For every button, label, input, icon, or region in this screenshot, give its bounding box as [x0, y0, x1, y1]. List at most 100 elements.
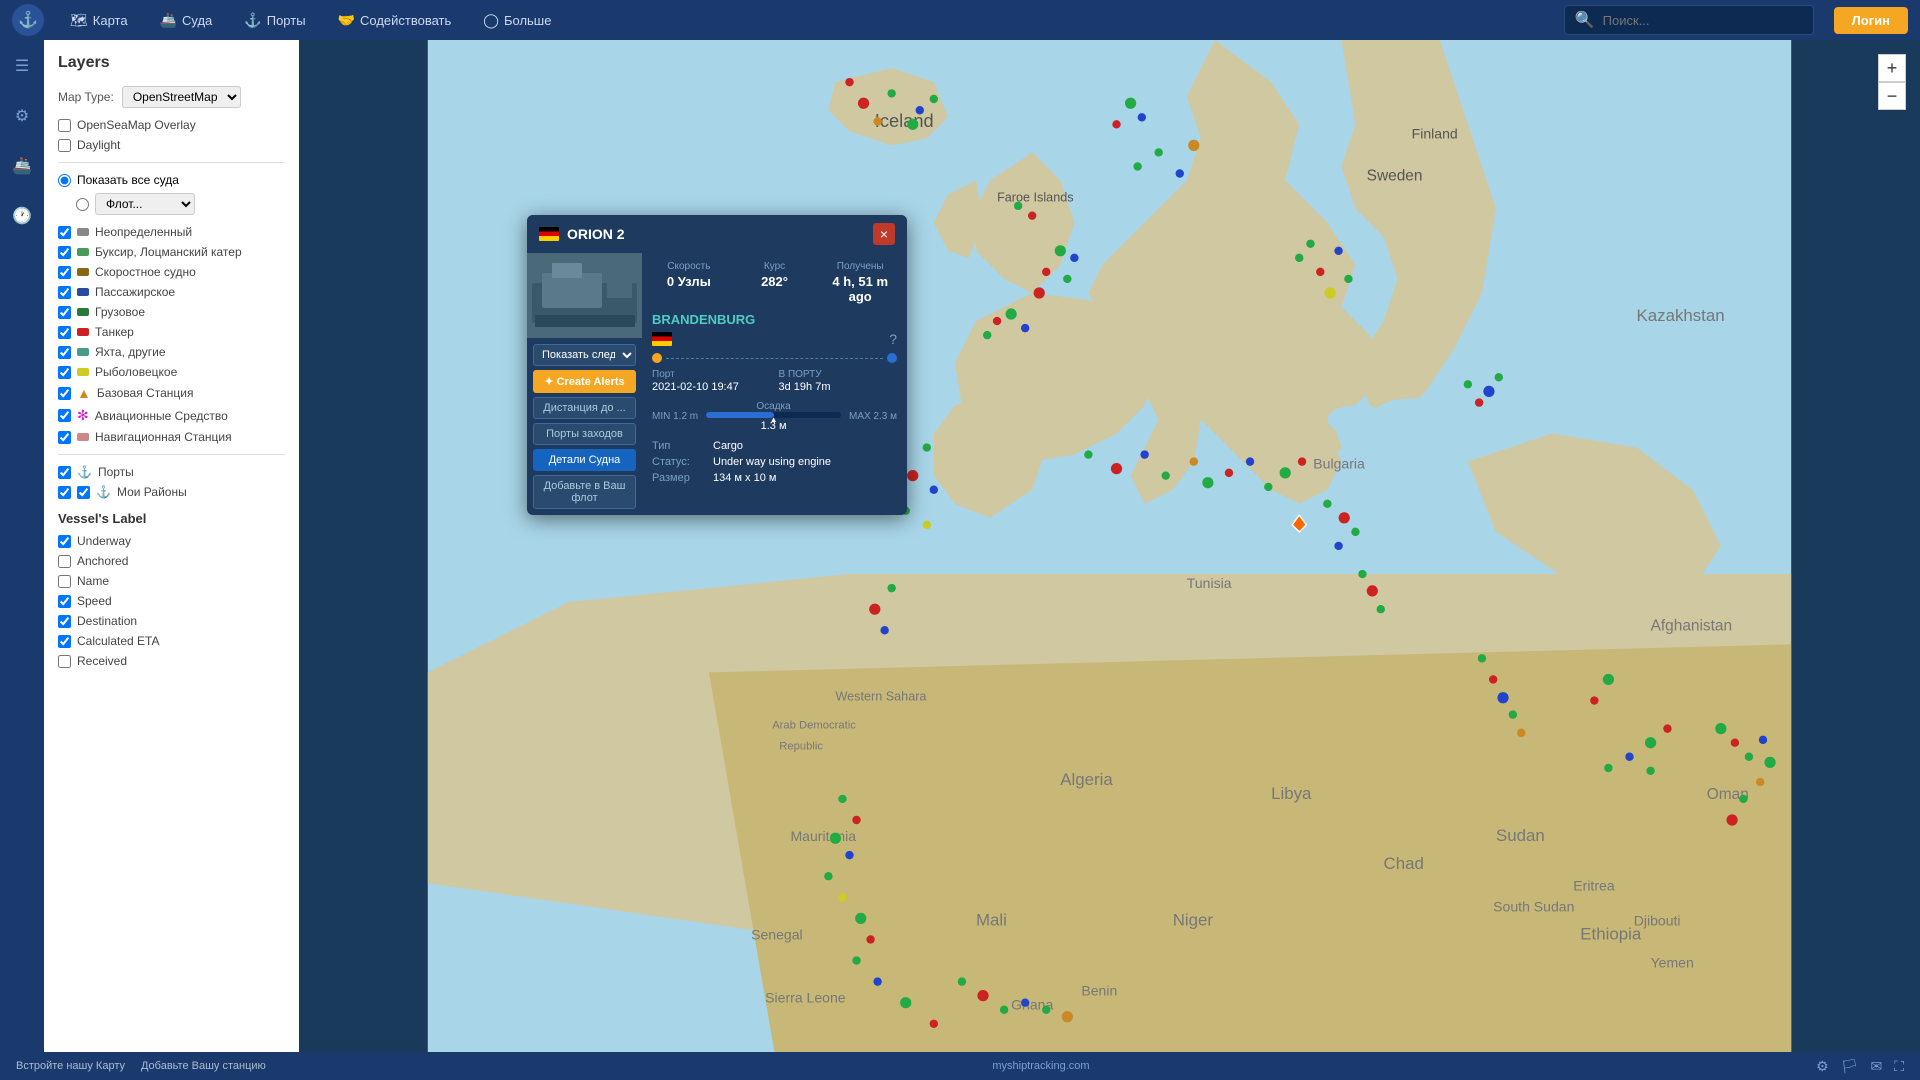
ship-popup: ORION 2 ×	[527, 215, 907, 515]
type-unknown-check[interactable]	[58, 226, 71, 239]
popup-draught-min: MIN 1.2 m	[652, 411, 698, 422]
popup-status-value: Under way using engine	[713, 456, 831, 468]
overlay-daylight-checkbox[interactable]	[58, 139, 71, 152]
type-cargo-label: Грузовое	[95, 305, 145, 319]
svg-text:Niger: Niger	[1173, 910, 1214, 929]
popup-info-status: Статус: Under way using engine	[652, 456, 897, 468]
label-underway-check[interactable]	[58, 535, 71, 548]
show-all-vessels-row: Показать все суда	[58, 173, 285, 187]
popup-dest-flag-row: ?	[652, 331, 897, 347]
type-unknown-color	[77, 228, 89, 236]
type-base-check[interactable]	[58, 387, 71, 400]
svg-text:Western Sahara: Western Sahara	[835, 690, 927, 704]
footer-flag-icon[interactable]: 🏳	[1841, 1058, 1859, 1075]
popup-type-label: Тип	[652, 440, 707, 452]
svg-text:Ethiopia: Ethiopia	[1580, 924, 1642, 943]
popup-info-size: Размер 134 м x 10 м	[652, 472, 897, 484]
type-passenger-check[interactable]	[58, 286, 71, 299]
top-navigation: ⚓ 🗺 Карта 🚢 Суда ⚓ Порты 🤝 Содействовать…	[0, 0, 1920, 40]
nav-more[interactable]: ◯ Больше	[477, 12, 557, 29]
type-navstation-label: Навигационная Станция	[95, 430, 232, 444]
sidebar-ship-icon[interactable]: 🚢	[6, 150, 38, 182]
stat-received: Получены 4 h, 51 m ago	[823, 261, 897, 304]
map-area[interactable]: Iceland Faroe Islands Sweden Finland Alg…	[299, 40, 1920, 1080]
main-layout: ☰ ⚙ 🚢 🕐 Layers Map Type: OpenStreetMap O…	[0, 40, 1920, 1080]
svg-text:Republic: Republic	[779, 741, 823, 753]
page-footer: Вcтройте нашу Карту Добавьте Вашу станци…	[0, 1052, 1920, 1080]
footer-fullscreen-icon[interactable]: ⛶	[1894, 1058, 1904, 1075]
search-input[interactable]	[1603, 13, 1803, 28]
popup-port-depart: Порт 2021-02-10 19:47	[652, 369, 771, 393]
type-fishing-check[interactable]	[58, 366, 71, 379]
footer-settings-icon[interactable]: ⚙	[1816, 1058, 1829, 1075]
popup-port-label: Порт	[652, 369, 771, 380]
type-aviation-label: Авиационные Средство	[95, 409, 228, 423]
login-button[interactable]: Логин	[1834, 7, 1908, 34]
popup-add-fleet-button[interactable]: Добавьте в Ваш флот	[533, 475, 636, 509]
footer-mail-icon[interactable]: ✉	[1870, 1058, 1882, 1075]
popup-draught-fill	[706, 412, 773, 418]
popup-draught-max: MAX 2.3 м	[849, 411, 897, 422]
popup-close-button[interactable]: ×	[873, 223, 895, 245]
label-received-check[interactable]	[58, 655, 71, 668]
label-speed-check[interactable]	[58, 595, 71, 608]
cooperate-icon: 🤝	[338, 12, 355, 29]
popup-header: ORION 2 ×	[527, 215, 907, 253]
popup-size-value: 134 м x 10 м	[713, 472, 776, 484]
popup-track-select[interactable]: Показать след	[533, 344, 636, 366]
stat-received-value: 4 h, 51 m ago	[823, 274, 897, 304]
popup-alert-button[interactable]: ✦ Create Alerts	[533, 370, 636, 393]
extras-myareas-check1[interactable]	[58, 486, 71, 499]
extras-ports-check[interactable]	[58, 466, 71, 479]
type-cargo-check[interactable]	[58, 306, 71, 319]
type-tug-check[interactable]	[58, 246, 71, 259]
overlay-openseamap-checkbox[interactable]	[58, 119, 71, 132]
overlay-openseamap: OpenSeaMap Overlay	[58, 118, 285, 132]
svg-text:Libya: Libya	[1271, 784, 1312, 803]
svg-text:Sweden: Sweden	[1367, 168, 1423, 185]
footer-station-link[interactable]: Добавьте Вашу станцию	[141, 1060, 266, 1072]
nav-map[interactable]: 🗺 Карта	[64, 12, 134, 29]
popup-ports-visited-button[interactable]: Порты заходов	[533, 423, 636, 445]
label-name-check[interactable]	[58, 575, 71, 588]
map-svg: Iceland Faroe Islands Sweden Finland Alg…	[299, 40, 1920, 1080]
zoom-in-button[interactable]: +	[1878, 54, 1906, 82]
popup-ship-name: ORION 2	[567, 226, 865, 242]
type-navstation-check[interactable]	[58, 431, 71, 444]
svg-text:Chad: Chad	[1384, 854, 1424, 873]
popup-info-type: Тип Cargo	[652, 440, 897, 452]
fleet-select[interactable]: Флот...	[95, 193, 195, 215]
nav-cooperate[interactable]: 🤝 Содействовать	[332, 12, 458, 29]
sidebar-history-icon[interactable]: 🕐	[6, 200, 38, 232]
stat-course-label: Курс	[738, 261, 812, 272]
zoom-out-button[interactable]: −	[1878, 82, 1906, 110]
type-tanker-check[interactable]	[58, 326, 71, 339]
svg-text:South Sudan: South Sudan	[1493, 898, 1574, 914]
map-type-select[interactable]: OpenStreetMap	[122, 86, 241, 108]
type-highspeed-check[interactable]	[58, 266, 71, 279]
popup-help-icon[interactable]: ?	[889, 331, 897, 347]
sidebar-layers-icon[interactable]: ☰	[6, 50, 38, 82]
nav-ports[interactable]: ⚓ Порты	[238, 12, 311, 29]
popup-vessel-details-button[interactable]: Детали Судна	[533, 449, 636, 471]
type-passenger-label: Пассажирское	[95, 285, 175, 299]
fleet-radio[interactable]	[76, 198, 89, 211]
type-passenger-color	[77, 288, 89, 296]
sidebar-title: Layers	[58, 54, 285, 72]
label-eta-check[interactable]	[58, 635, 71, 648]
side-icon-bar: ☰ ⚙ 🚢 🕐	[0, 40, 44, 1080]
extras-myareas-check2[interactable]	[77, 486, 90, 499]
sidebar-filter-icon[interactable]: ⚙	[6, 100, 38, 132]
footer-embed-link[interactable]: Вcтройте нашу Карту	[16, 1060, 125, 1072]
popup-body: Показать след ✦ Create Alerts Дистанция …	[527, 253, 907, 515]
show-all-radio[interactable]	[58, 174, 71, 187]
popup-status-label: Статус:	[652, 456, 707, 468]
extras-ports: ⚓ Порты	[58, 465, 285, 479]
label-anchored-check[interactable]	[58, 555, 71, 568]
label-destination-check[interactable]	[58, 615, 71, 628]
popup-distance-button[interactable]: Дистанция до ...	[533, 397, 636, 419]
type-yacht-check[interactable]	[58, 346, 71, 359]
type-aviation-check[interactable]	[58, 409, 71, 422]
nav-vessels[interactable]: 🚢 Суда	[154, 12, 219, 29]
popup-flag-germany	[539, 227, 559, 241]
